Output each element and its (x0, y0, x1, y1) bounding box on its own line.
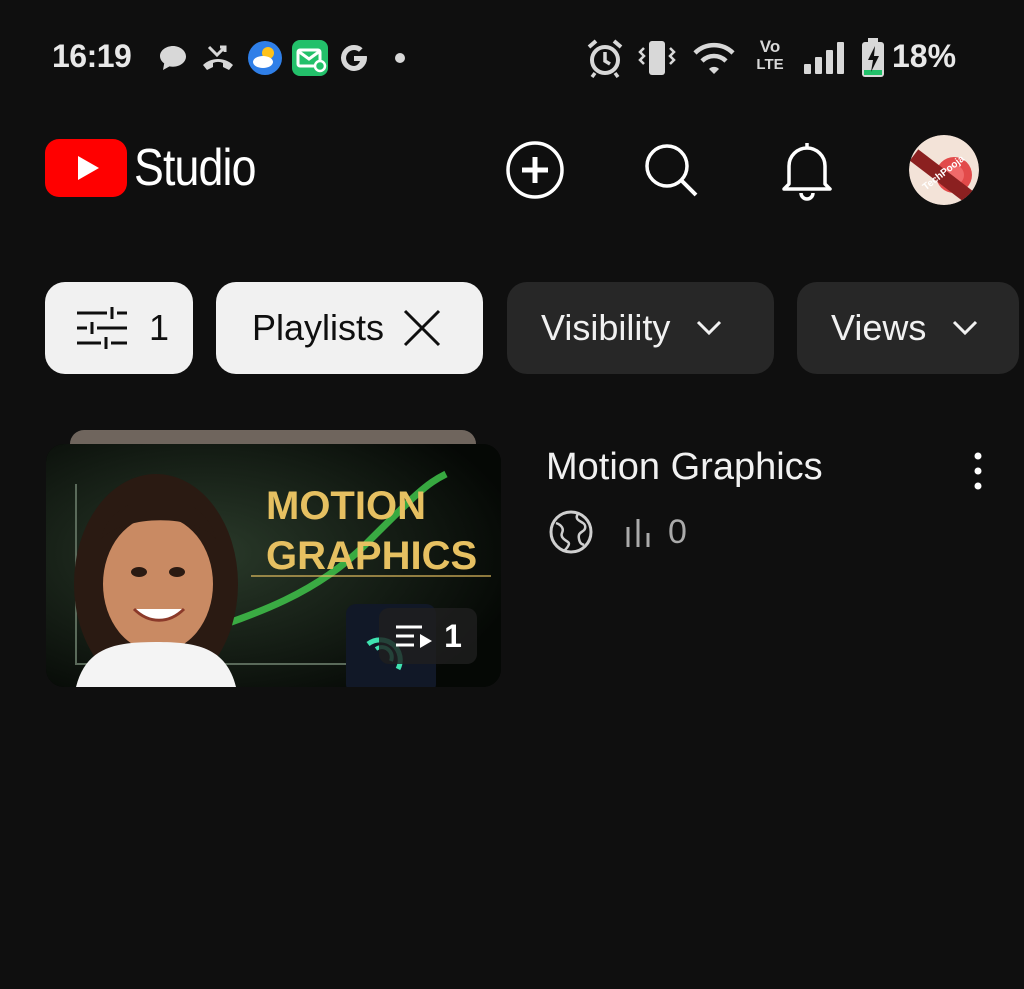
app-header: Studio (0, 130, 1024, 210)
video-count: 1 (444, 617, 462, 654)
wifi-icon (693, 42, 735, 74)
google-icon (341, 44, 367, 71)
chip-playlists-label: Playlists (252, 307, 385, 348)
battery-percent: 18% (892, 38, 957, 74)
playlist-views: 0 (668, 512, 687, 551)
weather-icon (248, 41, 282, 75)
playlist-meta: 0 (548, 510, 687, 554)
filter-button[interactable]: 1 (45, 282, 193, 374)
status-time: 16:19 (52, 38, 132, 74)
create-icon (506, 141, 564, 199)
signal-icon (804, 42, 844, 74)
svg-text:GRAPHICS: GRAPHICS (266, 534, 477, 578)
chevron-down-icon (697, 320, 722, 336)
views-bar-chart-icon (626, 519, 650, 547)
playlist-thumbnail[interactable]: MOTION GRAPHICS 1 (46, 444, 501, 687)
avatar-image-icon: TechPooja (909, 135, 979, 205)
missed-call-icon (203, 45, 233, 70)
mail-icon (292, 40, 328, 76)
playlist-title[interactable]: Motion Graphics (546, 446, 823, 489)
battery-charging-icon (862, 38, 884, 77)
search-button[interactable] (639, 138, 703, 202)
chip-visibility-label: Visibility (541, 307, 671, 348)
chip-playlists[interactable]: Playlists (216, 282, 483, 374)
playlist-play-icon (396, 625, 433, 648)
alarm-icon (587, 39, 623, 78)
globe-icon (549, 510, 593, 554)
vibrate-icon (638, 41, 676, 75)
filter-sliders-icon (77, 307, 127, 349)
chip-views[interactable]: Views (797, 282, 1019, 374)
notifications-button[interactable] (775, 138, 839, 202)
notifications-icon (782, 143, 832, 201)
dot-icon (395, 53, 405, 63)
status-bar: 16:19 Vo LTE 18% (0, 0, 1024, 120)
avatar[interactable]: TechPooja (909, 135, 979, 205)
chat-icon (160, 46, 186, 70)
video-count-badge: 1 (379, 608, 477, 664)
svg-text:MOTION: MOTION (266, 484, 426, 528)
filter-count: 1 (149, 307, 170, 348)
close-icon[interactable] (402, 308, 442, 348)
chip-visibility[interactable]: Visibility (507, 282, 774, 374)
chip-views-label: Views (831, 307, 927, 348)
volte-icon: Vo LTE (756, 37, 784, 74)
youtube-logo-icon[interactable] (45, 138, 127, 198)
more-options-button[interactable] (958, 446, 998, 496)
chevron-down-icon (953, 320, 978, 336)
search-icon (645, 144, 698, 197)
more-vert-icon (974, 452, 982, 490)
create-button[interactable] (503, 138, 567, 202)
app-title: Studio (134, 139, 257, 197)
